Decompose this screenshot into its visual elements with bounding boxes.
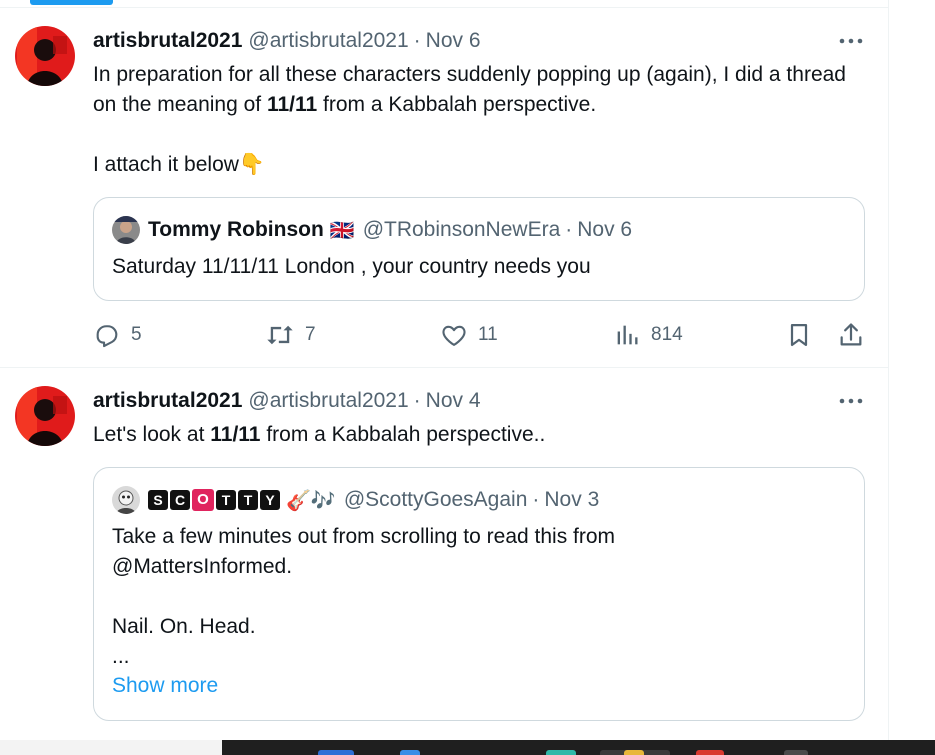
author-name[interactable]: artisbrutal2021 <box>93 389 242 413</box>
post-text-part: from a Kabbalah perspective.. <box>260 423 546 446</box>
name-letter: T <box>216 490 236 510</box>
quoted-post-date[interactable]: Nov 3 <box>544 488 599 512</box>
post-date[interactable]: Nov 4 <box>426 389 481 413</box>
views-icon <box>617 325 638 345</box>
post-1[interactable]: artisbrutal2021 @artisbrutal2021 · Nov 6… <box>0 8 888 366</box>
author-handle[interactable]: @artisbrutal2021 <box>248 389 408 413</box>
quoted-avatar[interactable] <box>112 486 140 514</box>
taskbar-app-icon[interactable] <box>546 750 576 755</box>
scotty-styled-name[interactable]: S C O T T Y <box>148 489 280 511</box>
quoted-post[interactable]: S C O T T Y 🎸🎶 @ScottyGoesAgain · Nov 3 … <box>93 467 865 721</box>
repost-button[interactable]: 7 <box>265 318 316 352</box>
views-count: 814 <box>651 324 683 345</box>
quoted-author-handle[interactable]: @ScottyGoesAgain <box>344 488 528 512</box>
taskbar-app-icon[interactable] <box>784 750 808 755</box>
views-button[interactable]: 814 <box>613 318 683 352</box>
taskbar-app-icon[interactable] <box>400 750 420 755</box>
quoted-post-text: Take a few minutes out from scrolling to… <box>112 525 616 668</box>
post-date[interactable]: Nov 6 <box>426 29 481 53</box>
post-text-bold: 11/11 <box>266 93 318 116</box>
separator: · <box>413 29 421 52</box>
post-text: In preparation for all these characters … <box>93 60 873 180</box>
post-header: artisbrutal2021 @artisbrutal2021 · Nov 4 <box>93 386 481 416</box>
heart-icon <box>442 325 466 346</box>
more-horizontal-icon[interactable] <box>838 388 864 414</box>
quoted-author-name[interactable]: Tommy Robinson <box>148 218 324 242</box>
right-panel-edge <box>889 0 935 740</box>
share-icon <box>840 323 862 346</box>
quoted-post[interactable]: Tommy Robinson 🇬🇧 @TRobinsonNewEra · Nov… <box>93 197 865 301</box>
avatar[interactable] <box>15 26 75 86</box>
name-letter: Y <box>260 490 280 510</box>
repost-count: 7 <box>305 324 316 345</box>
quoted-post-header: S C O T T Y 🎸🎶 @ScottyGoesAgain · Nov 3 <box>112 484 599 516</box>
name-letter: T <box>238 490 258 510</box>
like-button[interactable]: 11 <box>440 318 498 352</box>
like-count: 11 <box>478 324 498 345</box>
quoted-post-header: Tommy Robinson 🇬🇧 @TRobinsonNewEra · Nov… <box>112 214 632 246</box>
guitar-music-emoji: 🎸🎶 <box>286 489 336 512</box>
quoted-author-handle[interactable]: @TRobinsonNewEra <box>363 218 561 242</box>
avatar[interactable] <box>15 386 75 446</box>
author-name[interactable]: artisbrutal2021 <box>93 29 242 53</box>
separator: · <box>413 389 421 412</box>
name-letter: C <box>170 490 190 510</box>
post-text-bold: 11/11 <box>210 423 261 446</box>
post-text: Let's look at 11/11 from a Kabbalah pers… <box>93 420 873 450</box>
name-letter: S <box>148 490 168 510</box>
name-letter: O <box>192 489 214 511</box>
taskbar-app-icon[interactable] <box>696 750 724 755</box>
taskbar-app-icon[interactable] <box>624 750 644 755</box>
active-tab-indicator <box>30 0 113 5</box>
quoted-avatar[interactable] <box>112 216 140 244</box>
repost-icon <box>267 325 293 345</box>
timeline-feed: artisbrutal2021 @artisbrutal2021 · Nov 6… <box>0 0 889 740</box>
share-button[interactable] <box>837 318 875 352</box>
separator: · <box>532 488 540 511</box>
taskbar-app-icon[interactable] <box>318 750 354 755</box>
post-2[interactable]: artisbrutal2021 @artisbrutal2021 · Nov 4… <box>0 368 888 740</box>
uk-flag-emoji: 🇬🇧 <box>329 219 355 242</box>
post-actions: 5 7 11 814 <box>93 318 869 352</box>
show-more-link[interactable]: Show more <box>112 674 218 698</box>
more-horizontal-icon[interactable] <box>838 28 864 54</box>
bookmark-button[interactable] <box>785 318 823 352</box>
bookmark-icon <box>790 323 808 347</box>
author-handle[interactable]: @artisbrutal2021 <box>248 29 408 53</box>
pointing-down-emoji: 👇 <box>238 153 266 176</box>
reply-button[interactable]: 5 <box>93 318 142 352</box>
post-text-part: Let's look at <box>93 423 211 446</box>
post-header: artisbrutal2021 @artisbrutal2021 · Nov 6 <box>93 26 481 56</box>
reply-icon <box>96 325 118 348</box>
separator: · <box>565 218 573 241</box>
quoted-post-date[interactable]: Nov 6 <box>577 218 632 242</box>
quoted-post-text: Saturday 11/11/11 London , your country … <box>112 255 591 278</box>
reply-count: 5 <box>131 324 142 345</box>
